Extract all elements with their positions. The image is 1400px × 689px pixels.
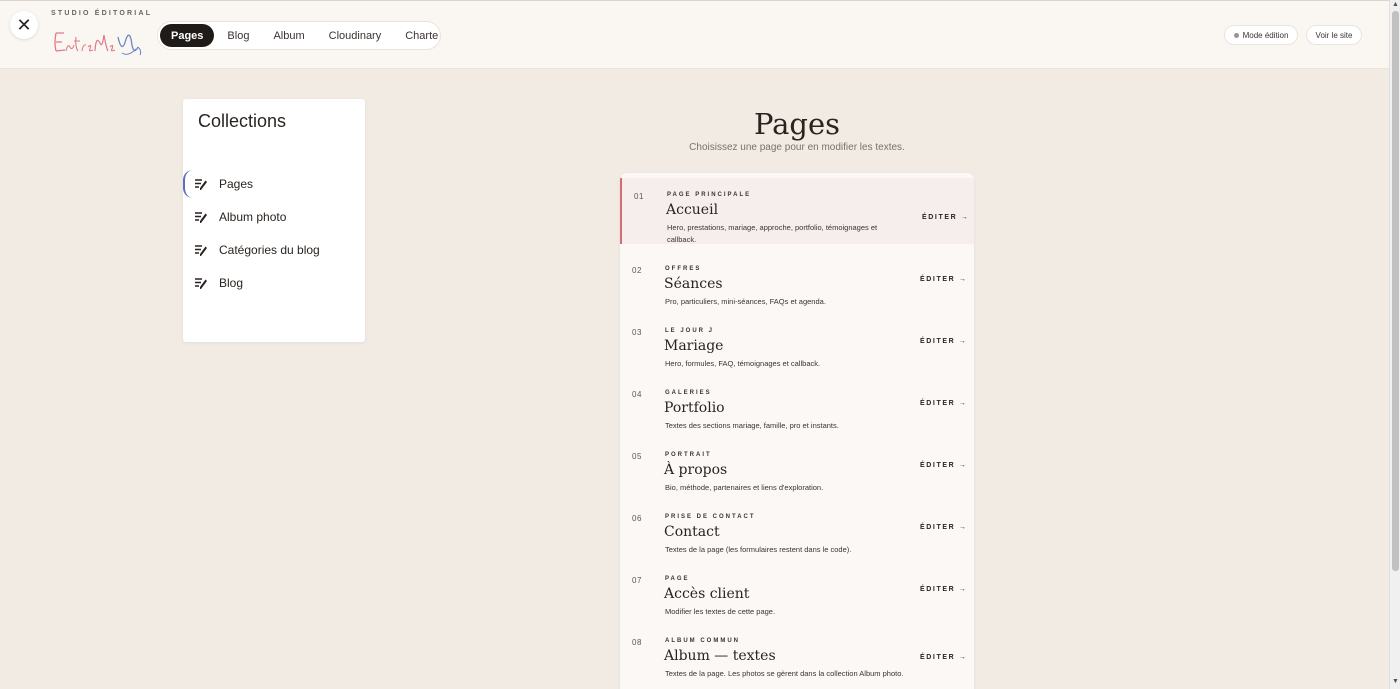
edit-list-icon [194,243,208,257]
page-row-a-propos[interactable]: 05 PORTRAIT À propos Bio, méthode, parte… [620,438,974,500]
page-subtitle: Choisissez une page pour en modifier les… [689,142,905,153]
row-number: 05 [632,452,642,461]
tab-album[interactable]: Album [262,24,315,47]
close-icon: ✕ [16,14,32,35]
row-description: Textes des sections mariage, famille, pr… [665,421,839,430]
scroll-down-arrow-icon[interactable]: ▼ [1392,678,1399,685]
row-description: Textes de la page. Les photos se gèrent … [665,669,904,678]
page-row-album-textes[interactable]: 08 ALBUM COMMUN Album — textes Textes de… [620,624,974,689]
row-number: 02 [632,266,642,275]
row-title: Contact [664,524,720,540]
page-row-seances[interactable]: 02 OFFRES Séances Pro, particuliers, min… [620,252,974,314]
status-dot-icon [1233,32,1239,38]
mode-edition-label: Mode édition [1242,30,1289,40]
row-kicker: PAGE PRINCIPALE [667,192,752,198]
sidebar-item-categories-blog[interactable]: Catégories du blog [183,236,365,264]
tab-blog[interactable]: Blog [216,24,260,47]
edit-link[interactable]: ÉDITER → [920,462,967,469]
sidebar-item-pages[interactable]: Pages [183,170,365,198]
sidebar-item-blog[interactable]: Blog [183,269,365,297]
row-kicker: OFFRES [665,266,702,272]
tab-charte[interactable]: Charte [394,24,449,47]
row-description: Textes de la page (les formulaires reste… [665,545,852,554]
row-kicker: GALERIES [665,390,712,396]
row-description: Hero, prestations, mariage, approche, po… [667,223,878,244]
sidebar-item-label: Album photo [219,210,287,224]
row-description: Hero, formules, FAQ, témoignages et call… [665,359,821,368]
row-number: 08 [632,638,642,647]
row-number: 04 [632,390,642,399]
edit-list-icon [194,177,208,191]
page-row-portfolio[interactable]: 04 GALERIES Portfolio Textes des section… [620,376,974,438]
row-title: Séances [664,276,723,292]
row-kicker: PAGE [665,576,690,582]
page-row-acces-client[interactable]: 07 PAGE Accès client Modifier les textes… [620,562,974,624]
top-bar: ✕ STUDIO ÉDITORIAL Pages Blog Album Clou… [0,0,1389,69]
scroll-up-arrow-icon[interactable]: ▲ [1392,1,1399,8]
row-title: Mariage [664,338,724,354]
pages-list: 01 PAGE PRINCIPALE Accueil Hero, prestat… [620,173,974,689]
edit-link[interactable]: ÉDITER → [920,276,967,283]
page-row-accueil[interactable]: 01 PAGE PRINCIPALE Accueil Hero, prestat… [620,178,974,244]
sidebar-title: Collections [198,111,287,131]
logo-image [54,32,142,56]
sidebar-item-label: Pages [219,177,254,191]
row-title: Accès client [664,586,750,602]
row-description: Pro, particuliers, mini-séances, FAQs et… [665,297,826,306]
page-row-mariage[interactable]: 03 LE JOUR J Mariage Hero, formules, FAQ… [620,314,974,376]
scroll-thumb[interactable] [1392,11,1399,571]
row-title: Album — textes [664,648,776,664]
edit-link[interactable]: ÉDITER → [922,214,969,221]
edit-link[interactable]: ÉDITER → [920,654,967,661]
mode-edition-button[interactable]: Mode édition [1224,25,1298,45]
row-title: À propos [664,462,728,478]
tab-cloudinary[interactable]: Cloudinary [318,24,393,47]
row-number: 01 [634,192,644,201]
page-row-contact[interactable]: 06 PRISE DE CONTACT Contact Textes de la… [620,500,974,562]
row-title: Portfolio [664,400,725,416]
row-description: Modifier les textes de cette page. [665,607,776,616]
edit-link[interactable]: ÉDITER → [920,400,967,407]
edit-list-icon [194,276,208,290]
brand-kicker: STUDIO ÉDITORIAL [51,10,153,17]
sidebar-item-album-photo[interactable]: Album photo [183,203,365,231]
row-description: Bio, méthode, partenaires et liens d'exp… [665,483,824,492]
edit-list-icon [194,210,208,224]
view-site-button[interactable]: Voir le site [1306,25,1362,45]
row-kicker: PORTRAIT [665,452,712,458]
row-number: 06 [632,514,642,523]
close-button[interactable]: ✕ [10,11,38,39]
brand-logo[interactable] [52,27,144,59]
edit-link[interactable]: ÉDITER → [920,524,967,531]
edit-link[interactable]: ÉDITER → [920,338,967,345]
row-title: Accueil [666,202,719,218]
row-number: 07 [632,576,642,585]
sidebar-item-label: Blog [219,276,244,290]
edit-link[interactable]: ÉDITER → [920,586,967,593]
main-nav: Pages Blog Album Cloudinary Charte [157,21,441,50]
row-number: 03 [632,328,642,337]
page-title: Pages [753,107,841,141]
row-kicker: ALBUM COMMUN [665,638,740,644]
row-kicker: LE JOUR J [665,328,715,334]
row-kicker: PRISE DE CONTACT [665,514,756,520]
tab-pages[interactable]: Pages [160,24,215,47]
collections-sidebar: Collections Pages Album photo Catégories… [183,99,365,342]
page-scrollbar[interactable]: ▲ ▼ [1389,0,1400,689]
sidebar-item-label: Catégories du blog [219,243,320,257]
